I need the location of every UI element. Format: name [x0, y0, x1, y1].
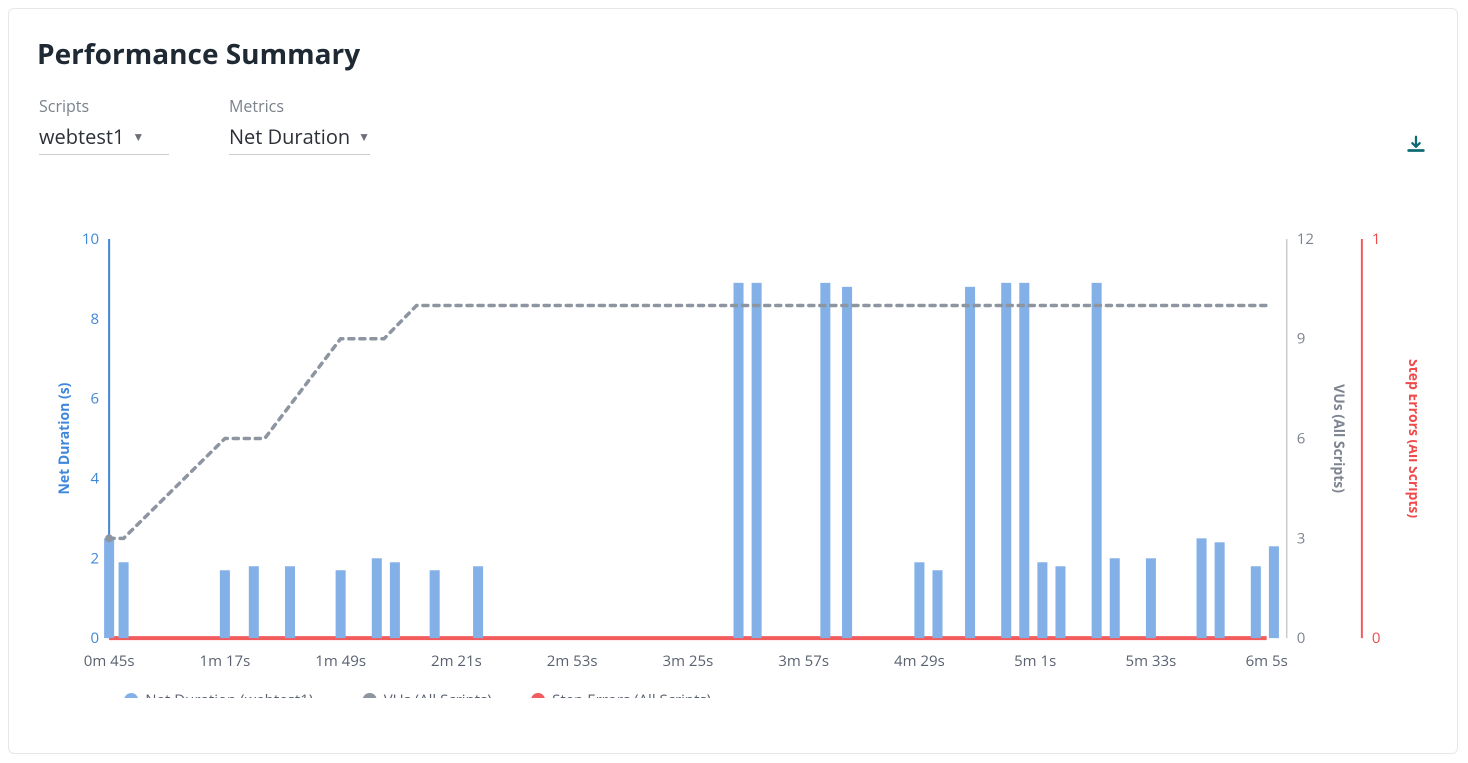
- svg-text:0: 0: [1372, 628, 1381, 648]
- chevron-down-icon: ▼: [132, 128, 144, 145]
- svg-text:3m 57s: 3m 57s: [778, 651, 829, 671]
- svg-text:VUs (All Scripts): VUs (All Scripts): [1329, 384, 1348, 493]
- svg-text:3m 25s: 3m 25s: [663, 651, 714, 671]
- svg-text:Step Errors (All Scripts): Step Errors (All Scripts): [1404, 359, 1417, 518]
- controls-row: Scripts webtest1 ▼ Metrics Net Duration …: [39, 95, 1433, 155]
- scripts-dropdown[interactable]: Scripts webtest1 ▼: [39, 95, 169, 155]
- svg-text:0: 0: [91, 628, 100, 648]
- svg-text:5m 33s: 5m 33s: [1126, 651, 1177, 671]
- performance-summary-panel: Performance Summary Scripts webtest1 ▼ M…: [8, 8, 1458, 754]
- svg-text:1m 49s: 1m 49s: [315, 651, 366, 671]
- svg-text:0m 45s: 0m 45s: [84, 651, 135, 671]
- svg-text:6: 6: [91, 389, 100, 409]
- svg-text:2m 53s: 2m 53s: [547, 651, 598, 671]
- svg-text:4m 29s: 4m 29s: [894, 651, 945, 671]
- scripts-label: Scripts: [39, 95, 169, 117]
- svg-text:0: 0: [1297, 628, 1306, 648]
- svg-text:6m 5s: 6m 5s: [1246, 651, 1288, 671]
- svg-text:2: 2: [91, 548, 100, 568]
- metrics-dropdown[interactable]: Metrics Net Duration ▼: [229, 95, 370, 155]
- svg-text:3: 3: [1297, 528, 1306, 548]
- scripts-value: webtest1: [39, 123, 124, 150]
- page-title: Performance Summary: [37, 35, 1433, 73]
- chart-area: 0 2 4 6 8 10 0 3 6 9 12 0 1 0m 45s 1m 17s 1m 49s 2m 21s 2…: [54, 209, 1417, 698]
- svg-text:1: 1: [1372, 229, 1381, 249]
- svg-text:10: 10: [82, 229, 99, 249]
- svg-text:8: 8: [91, 309, 100, 329]
- svg-text:9: 9: [1297, 329, 1306, 349]
- svg-text:6: 6: [1297, 429, 1306, 449]
- metrics-value: Net Duration: [229, 123, 350, 150]
- svg-text:4: 4: [91, 468, 100, 488]
- chevron-down-icon: ▼: [358, 128, 370, 145]
- svg-text:Step Errors (All Scripts): Step Errors (All Scripts): [552, 690, 711, 698]
- svg-text:12: 12: [1297, 229, 1314, 249]
- metrics-label: Metrics: [229, 95, 370, 117]
- svg-text:1m 17s: 1m 17s: [199, 651, 250, 671]
- svg-text:5m 1s: 5m 1s: [1014, 651, 1056, 671]
- svg-text:VUs (All Scripts): VUs (All Scripts): [384, 690, 492, 698]
- svg-text:2m 21s: 2m 21s: [431, 651, 482, 671]
- download-icon[interactable]: [1405, 134, 1427, 156]
- svg-text:Net Duration (webtest1): Net Duration (webtest1): [145, 690, 313, 698]
- svg-text:Net Duration (s): Net Duration (s): [55, 382, 74, 494]
